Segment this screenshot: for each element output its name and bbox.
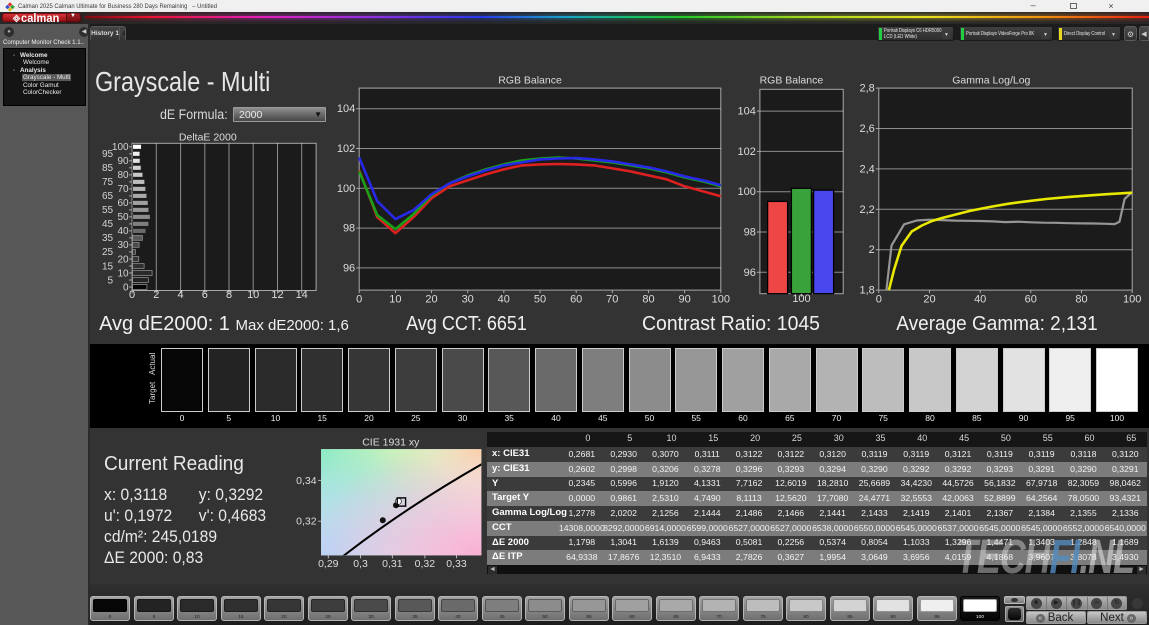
- svg-text:10: 10: [247, 289, 259, 301]
- svg-text:85: 85: [102, 163, 114, 174]
- svg-text:10: 10: [117, 268, 129, 279]
- svg-text:0,34: 0,34: [296, 475, 317, 487]
- svg-text:90: 90: [678, 293, 690, 305]
- svg-text:10: 10: [389, 293, 401, 305]
- svg-text:100: 100: [337, 183, 355, 195]
- svg-text:75: 75: [102, 177, 114, 188]
- svg-text:20: 20: [425, 293, 437, 305]
- svg-text:80: 80: [642, 293, 654, 305]
- svg-text:60: 60: [570, 293, 582, 305]
- svg-text:40: 40: [974, 293, 986, 305]
- svg-text:100: 100: [792, 293, 810, 305]
- svg-text:40: 40: [498, 293, 510, 305]
- svg-text:96: 96: [343, 262, 355, 274]
- svg-text:2,2: 2,2: [860, 204, 875, 216]
- svg-text:RGB Balance: RGB Balance: [760, 75, 824, 87]
- svg-text:1,8: 1,8: [860, 285, 875, 297]
- svg-text:RGB Balance: RGB Balance: [498, 75, 562, 87]
- svg-text:0,3: 0,3: [353, 558, 368, 570]
- svg-text:90: 90: [117, 156, 129, 167]
- svg-text:6: 6: [202, 289, 208, 301]
- svg-text:2,6: 2,6: [860, 123, 875, 135]
- svg-text:0: 0: [356, 293, 362, 305]
- svg-text:0: 0: [123, 282, 129, 293]
- svg-text:60: 60: [1025, 293, 1037, 305]
- svg-text:80: 80: [1075, 293, 1087, 305]
- svg-text:0,32: 0,32: [415, 558, 436, 570]
- svg-text:102: 102: [738, 146, 756, 158]
- svg-text:102: 102: [337, 143, 355, 155]
- svg-text:0,29: 0,29: [318, 558, 339, 570]
- svg-text:100: 100: [112, 142, 129, 153]
- svg-text:104: 104: [337, 103, 355, 115]
- svg-text:40: 40: [117, 226, 129, 237]
- svg-text:35: 35: [102, 233, 114, 244]
- svg-text:50: 50: [534, 293, 546, 305]
- svg-text:98: 98: [744, 227, 756, 239]
- svg-text:98: 98: [343, 223, 355, 235]
- svg-text:55: 55: [102, 205, 114, 216]
- svg-text:0: 0: [129, 289, 135, 301]
- svg-text:Gamma Log/Log: Gamma Log/Log: [952, 75, 1030, 87]
- svg-text:2,4: 2,4: [860, 163, 875, 175]
- svg-text:100: 100: [738, 186, 756, 198]
- svg-text:4: 4: [178, 289, 184, 301]
- svg-text:20: 20: [117, 254, 129, 265]
- svg-text:0,33: 0,33: [446, 558, 467, 570]
- svg-text:DeltaE 2000: DeltaE 2000: [179, 131, 237, 143]
- svg-text:12: 12: [271, 289, 283, 301]
- svg-text:104: 104: [738, 106, 756, 118]
- svg-text:25: 25: [102, 247, 114, 258]
- svg-text:30: 30: [462, 293, 474, 305]
- svg-text:96: 96: [744, 267, 756, 279]
- svg-text:70: 70: [117, 184, 129, 195]
- svg-text:0,31: 0,31: [382, 558, 403, 570]
- svg-text:80: 80: [117, 170, 129, 181]
- svg-text:20: 20: [923, 293, 935, 305]
- svg-text:65: 65: [102, 191, 114, 202]
- svg-text:30: 30: [117, 240, 129, 251]
- svg-text:5: 5: [108, 275, 114, 286]
- svg-text:14: 14: [296, 289, 308, 301]
- svg-text:8: 8: [226, 289, 232, 301]
- svg-text:0,32: 0,32: [296, 516, 317, 528]
- svg-text:2: 2: [869, 244, 875, 256]
- svg-text:2,8: 2,8: [860, 83, 875, 95]
- svg-text:15: 15: [102, 261, 114, 272]
- svg-text:100: 100: [1123, 293, 1141, 305]
- svg-text:0: 0: [876, 293, 882, 305]
- svg-text:70: 70: [606, 293, 618, 305]
- svg-text:CIE 1931 xy: CIE 1931 xy: [362, 437, 420, 449]
- svg-text:45: 45: [102, 219, 114, 230]
- svg-text:2: 2: [153, 289, 159, 301]
- svg-text:60: 60: [117, 198, 129, 209]
- svg-text:50: 50: [117, 212, 129, 223]
